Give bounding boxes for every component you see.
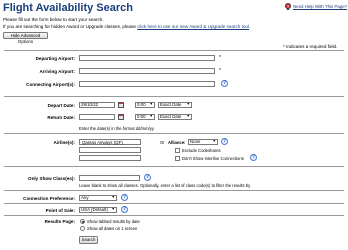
- divider: [4, 190, 344, 191]
- depart-date-mode-select[interactable]: Exact Date ▼: [158, 101, 192, 108]
- intro-award-text: If you are searching for hidden Award or…: [3, 24, 250, 29]
- airline-input-2[interactable]: [79, 146, 141, 153]
- interline-help-icon[interactable]: ?: [250, 154, 257, 161]
- divider: [4, 203, 344, 204]
- required-marker: *: [219, 68, 221, 74]
- point-of-sale-label: Point of Sale:: [45, 208, 75, 213]
- point-of-sale-value: USA (Default): [81, 207, 108, 213]
- help-link-label: Need Help With This Page?: [293, 3, 348, 9]
- point-of-sale-select[interactable]: USA (Default) ▼: [79, 206, 117, 213]
- return-date-label: Return Date:: [47, 115, 75, 120]
- divider: [4, 50, 344, 51]
- alliance-label: Alliance:: [168, 140, 186, 145]
- airlines-label: Airline(s):: [53, 140, 75, 145]
- classes-hint: Leave blank to show all classes. Optiona…: [79, 183, 251, 188]
- intro-text: Please fill out the form below to start …: [3, 17, 104, 22]
- airline-input-3[interactable]: [79, 154, 141, 161]
- chevron-down-icon: ▼: [149, 102, 153, 107]
- results-tabbed-radio[interactable]: [80, 219, 85, 224]
- chevron-down-icon: ▼: [186, 114, 190, 119]
- help-icon: ?: [285, 3, 291, 9]
- connection-preference-select[interactable]: Any ▼: [79, 194, 117, 201]
- connection-preference-value: Any: [81, 195, 89, 201]
- search-button[interactable]: Search: [79, 236, 98, 244]
- classes-input[interactable]: [79, 174, 140, 181]
- depart-date-label: Depart Date:: [47, 103, 75, 108]
- chevron-down-icon: ▼: [111, 195, 115, 200]
- divider: [4, 133, 344, 134]
- dont-show-interline-checkbox[interactable]: [175, 155, 180, 161]
- classes-label: Only Show Class(es):: [28, 176, 75, 181]
- page-title: Flight Availability Search: [3, 2, 133, 14]
- alliance-select[interactable]: None ▼: [188, 138, 218, 145]
- return-calendar-icon[interactable]: [118, 113, 124, 120]
- intro-award-prefix: If you are searching for hidden Award or…: [3, 24, 138, 29]
- connecting-airports-help-icon[interactable]: ?: [221, 80, 228, 87]
- required-marker: *: [219, 55, 221, 61]
- divider: [4, 96, 344, 97]
- return-time-select[interactable]: 0:00 ▼: [135, 113, 155, 120]
- return-date-mode-select[interactable]: Exact Date ▼: [158, 113, 192, 120]
- award-upgrade-search-link[interactable]: click here to use our new Award & Upgrad…: [137, 24, 249, 29]
- date-format-hint: Enter the date(s) in the format dd/mm/yy: [79, 126, 154, 131]
- alliance-help-icon[interactable]: ?: [221, 138, 228, 145]
- return-date-mode-value: Exact Date: [160, 114, 182, 120]
- arriving-airport-input[interactable]: [79, 67, 215, 74]
- airline-input-1[interactable]: Qantas Airways (QF): [79, 138, 141, 145]
- depart-date-mode-value: Exact Date: [160, 102, 182, 108]
- connecting-airports-input[interactable]: [79, 80, 215, 87]
- classes-help-icon[interactable]: ?: [144, 174, 151, 181]
- dont-show-interline-label: Don't Show Interline Connections: [182, 155, 244, 161]
- depart-calendar-icon[interactable]: [118, 101, 124, 108]
- divider: [4, 215, 344, 216]
- chevron-down-icon: ▼: [111, 207, 115, 212]
- depart-time-value: 0:00: [137, 102, 146, 108]
- point-of-sale-help-icon[interactable]: ?: [121, 206, 128, 213]
- return-time-value: 0:00: [137, 114, 146, 120]
- depart-time-select[interactable]: 0:00 ▼: [135, 101, 155, 108]
- results-single-screen-label: Show all dates on 1 screen: [87, 226, 138, 231]
- results-single-screen-radio[interactable]: [80, 226, 85, 231]
- hide-advanced-options-button[interactable]: Hide Advanced Options: [3, 32, 48, 44]
- results-tabbed-label: Show tabbed results by date: [87, 219, 140, 224]
- return-date-input[interactable]: [79, 113, 115, 120]
- chevron-down-icon: ▼: [186, 102, 190, 107]
- intro-award-suffix: .: [249, 24, 251, 29]
- required-field-note: * Indicates a required field.: [283, 44, 338, 49]
- connecting-airports-label: Connecting Airport(s):: [26, 82, 75, 87]
- alliance-value: None: [190, 139, 201, 145]
- departing-airport-label: Departing Airport:: [35, 56, 75, 61]
- or-label: Or: [160, 140, 165, 145]
- departing-airport-input[interactable]: [79, 54, 215, 61]
- chevron-down-icon: ▼: [149, 114, 153, 119]
- divider: [4, 166, 344, 167]
- depart-date-input[interactable]: [79, 101, 115, 108]
- connection-preference-label: Connection Preference:: [23, 196, 75, 201]
- connection-help-icon[interactable]: ?: [121, 194, 128, 201]
- help-link[interactable]: ? Need Help With This Page?: [285, 3, 347, 9]
- arriving-airport-label: Arriving Airport:: [39, 69, 75, 74]
- exclude-codeshares-label: Exclude Codeshares: [182, 147, 221, 153]
- results-page-label: Results Page:: [44, 219, 75, 224]
- exclude-codeshares-checkbox[interactable]: [175, 147, 180, 153]
- chevron-down-icon: ▼: [212, 139, 216, 144]
